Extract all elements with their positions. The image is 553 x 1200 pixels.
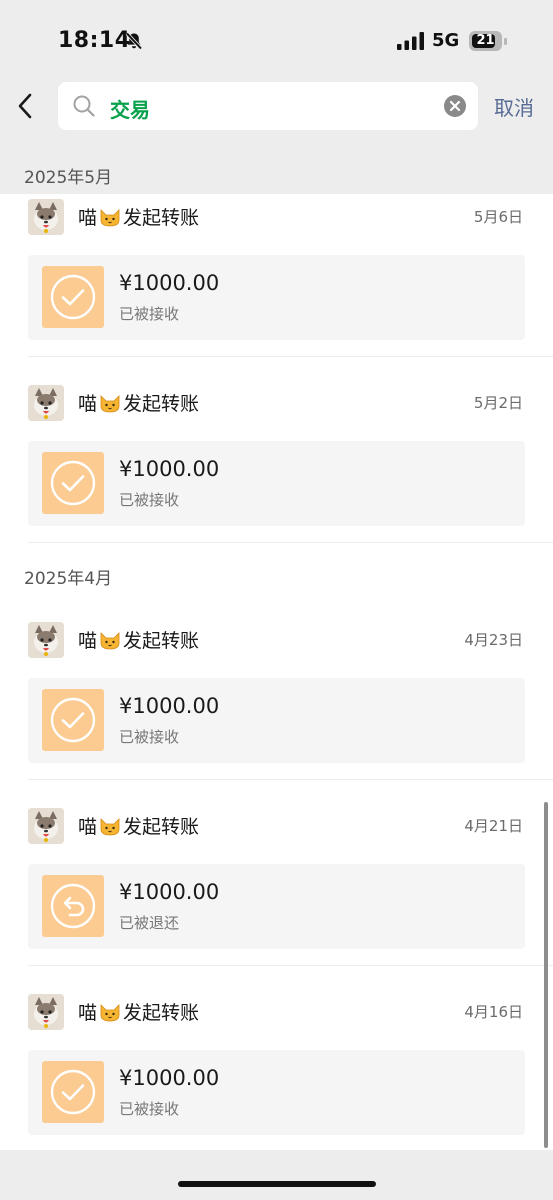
- avatar[interactable]: [28, 199, 64, 235]
- status-time: 18:14: [58, 28, 131, 53]
- transfer-status-icon-box: [42, 875, 104, 937]
- back-chevron-icon: [18, 93, 32, 119]
- transfer-amount: ¥1000.00: [119, 271, 220, 295]
- avatar[interactable]: [28, 994, 64, 1030]
- section-month-label: 2025年5月: [24, 168, 113, 188]
- section-header: 2025年5月: [0, 154, 553, 194]
- divider: [28, 965, 553, 966]
- transfer-list-item[interactable]: 喵 发起转账 5月2日 ¥1000.00 已被接收: [0, 380, 553, 566]
- transfer-amount: ¥1000.00: [119, 457, 220, 481]
- transfer-title: 喵 发起转账: [78, 998, 199, 1025]
- transfer-status-icon-box: [42, 266, 104, 328]
- transfer-title: 喵 发起转账: [78, 626, 199, 653]
- check-circle-icon: [50, 460, 96, 506]
- transfer-card[interactable]: ¥1000.00 已被退还: [28, 864, 525, 949]
- transfer-status: 已被接收: [119, 305, 180, 323]
- check-circle-icon: [50, 274, 96, 320]
- check-circle-icon: [50, 697, 96, 743]
- network-type: 5G: [432, 30, 460, 51]
- transfer-card[interactable]: ¥1000.00 已被接收: [28, 678, 525, 763]
- search-input[interactable]: 交易: [58, 82, 478, 130]
- battery-icon: 21: [469, 31, 502, 51]
- transfer-card[interactable]: ¥1000.00 已被接收: [28, 1050, 525, 1135]
- cat-face-icon: [100, 395, 120, 413]
- section-header: 2025年4月: [0, 555, 553, 595]
- cancel-button[interactable]: 取消: [494, 92, 534, 121]
- clear-icon[interactable]: [444, 95, 466, 117]
- transfer-status: 已被接收: [119, 1100, 180, 1118]
- section-month-label: 2025年4月: [24, 569, 113, 589]
- transfer-date: 5月2日: [473, 394, 523, 412]
- transfer-action: 发起转账: [123, 207, 200, 229]
- check-circle-icon: [50, 1069, 96, 1115]
- return-circle-icon: [50, 883, 96, 929]
- transfer-action: 发起转账: [123, 1002, 200, 1024]
- sender-name: 喵: [78, 1002, 98, 1024]
- transfer-amount: ¥1000.00: [119, 880, 220, 904]
- avatar[interactable]: [28, 622, 64, 658]
- cat-face-icon: [100, 209, 120, 227]
- transfer-date: 5月6日: [473, 208, 523, 226]
- search-icon: [73, 95, 95, 117]
- transfer-list-item[interactable]: 喵 发起转账 4月16日 ¥1000.00 已被接收: [0, 989, 553, 1175]
- avatar[interactable]: [28, 808, 64, 844]
- cat-face-icon: [100, 1004, 120, 1022]
- transfer-action: 发起转账: [123, 393, 200, 415]
- cat-face-icon: [100, 818, 120, 836]
- battery-cap: [504, 38, 507, 45]
- back-button[interactable]: [8, 86, 42, 126]
- cat-face-icon: [100, 632, 120, 650]
- avatar[interactable]: [28, 385, 64, 421]
- transfer-status: 已被退还: [119, 914, 180, 932]
- transfer-list-item[interactable]: 喵 发起转账 4月21日 ¥1000.00 已被退还: [0, 803, 553, 989]
- transfer-title: 喵 发起转账: [78, 203, 199, 230]
- transfer-status-icon-box: [42, 452, 104, 514]
- sender-name: 喵: [78, 207, 98, 229]
- transfer-title: 喵 发起转账: [78, 812, 199, 839]
- divider: [28, 356, 553, 357]
- transfer-list-item[interactable]: 喵 发起转账 4月23日 ¥1000.00 已被接收: [0, 617, 553, 803]
- scrollbar[interactable]: [544, 802, 548, 1148]
- transfer-action: 发起转账: [123, 630, 200, 652]
- sender-name: 喵: [78, 816, 98, 838]
- transfer-date: 4月23日: [464, 631, 523, 649]
- transfer-card[interactable]: ¥1000.00 已被接收: [28, 441, 525, 526]
- transfer-date: 4月16日: [464, 1003, 523, 1021]
- battery-level: 21: [476, 33, 495, 48]
- transfer-status-icon-box: [42, 689, 104, 751]
- divider: [28, 542, 553, 543]
- divider: [28, 779, 553, 780]
- home-indicator[interactable]: [178, 1181, 376, 1187]
- status-bar: 18:14 5G 21: [0, 0, 553, 78]
- sender-name: 喵: [78, 393, 98, 415]
- transfer-title: 喵 发起转账: [78, 389, 199, 416]
- transfer-list-item[interactable]: 喵 发起转账 5月6日 ¥1000.00 已被接收: [0, 194, 553, 380]
- sender-name: 喵: [78, 630, 98, 652]
- transfer-amount: ¥1000.00: [119, 1066, 220, 1090]
- search-query: 交易: [110, 98, 150, 122]
- bell-slash-icon: [125, 32, 143, 50]
- transfer-date: 4月21日: [464, 817, 523, 835]
- transfer-status: 已被接收: [119, 728, 180, 746]
- transfer-status-icon-box: [42, 1061, 104, 1123]
- transfer-card[interactable]: ¥1000.00 已被接收: [28, 255, 525, 340]
- signal-bars-icon: [397, 32, 424, 50]
- bottom-bar: [0, 1150, 553, 1200]
- search-header: 交易 取消: [0, 78, 553, 154]
- transfer-status: 已被接收: [119, 491, 180, 509]
- transfer-amount: ¥1000.00: [119, 694, 220, 718]
- transfer-action: 发起转账: [123, 816, 200, 838]
